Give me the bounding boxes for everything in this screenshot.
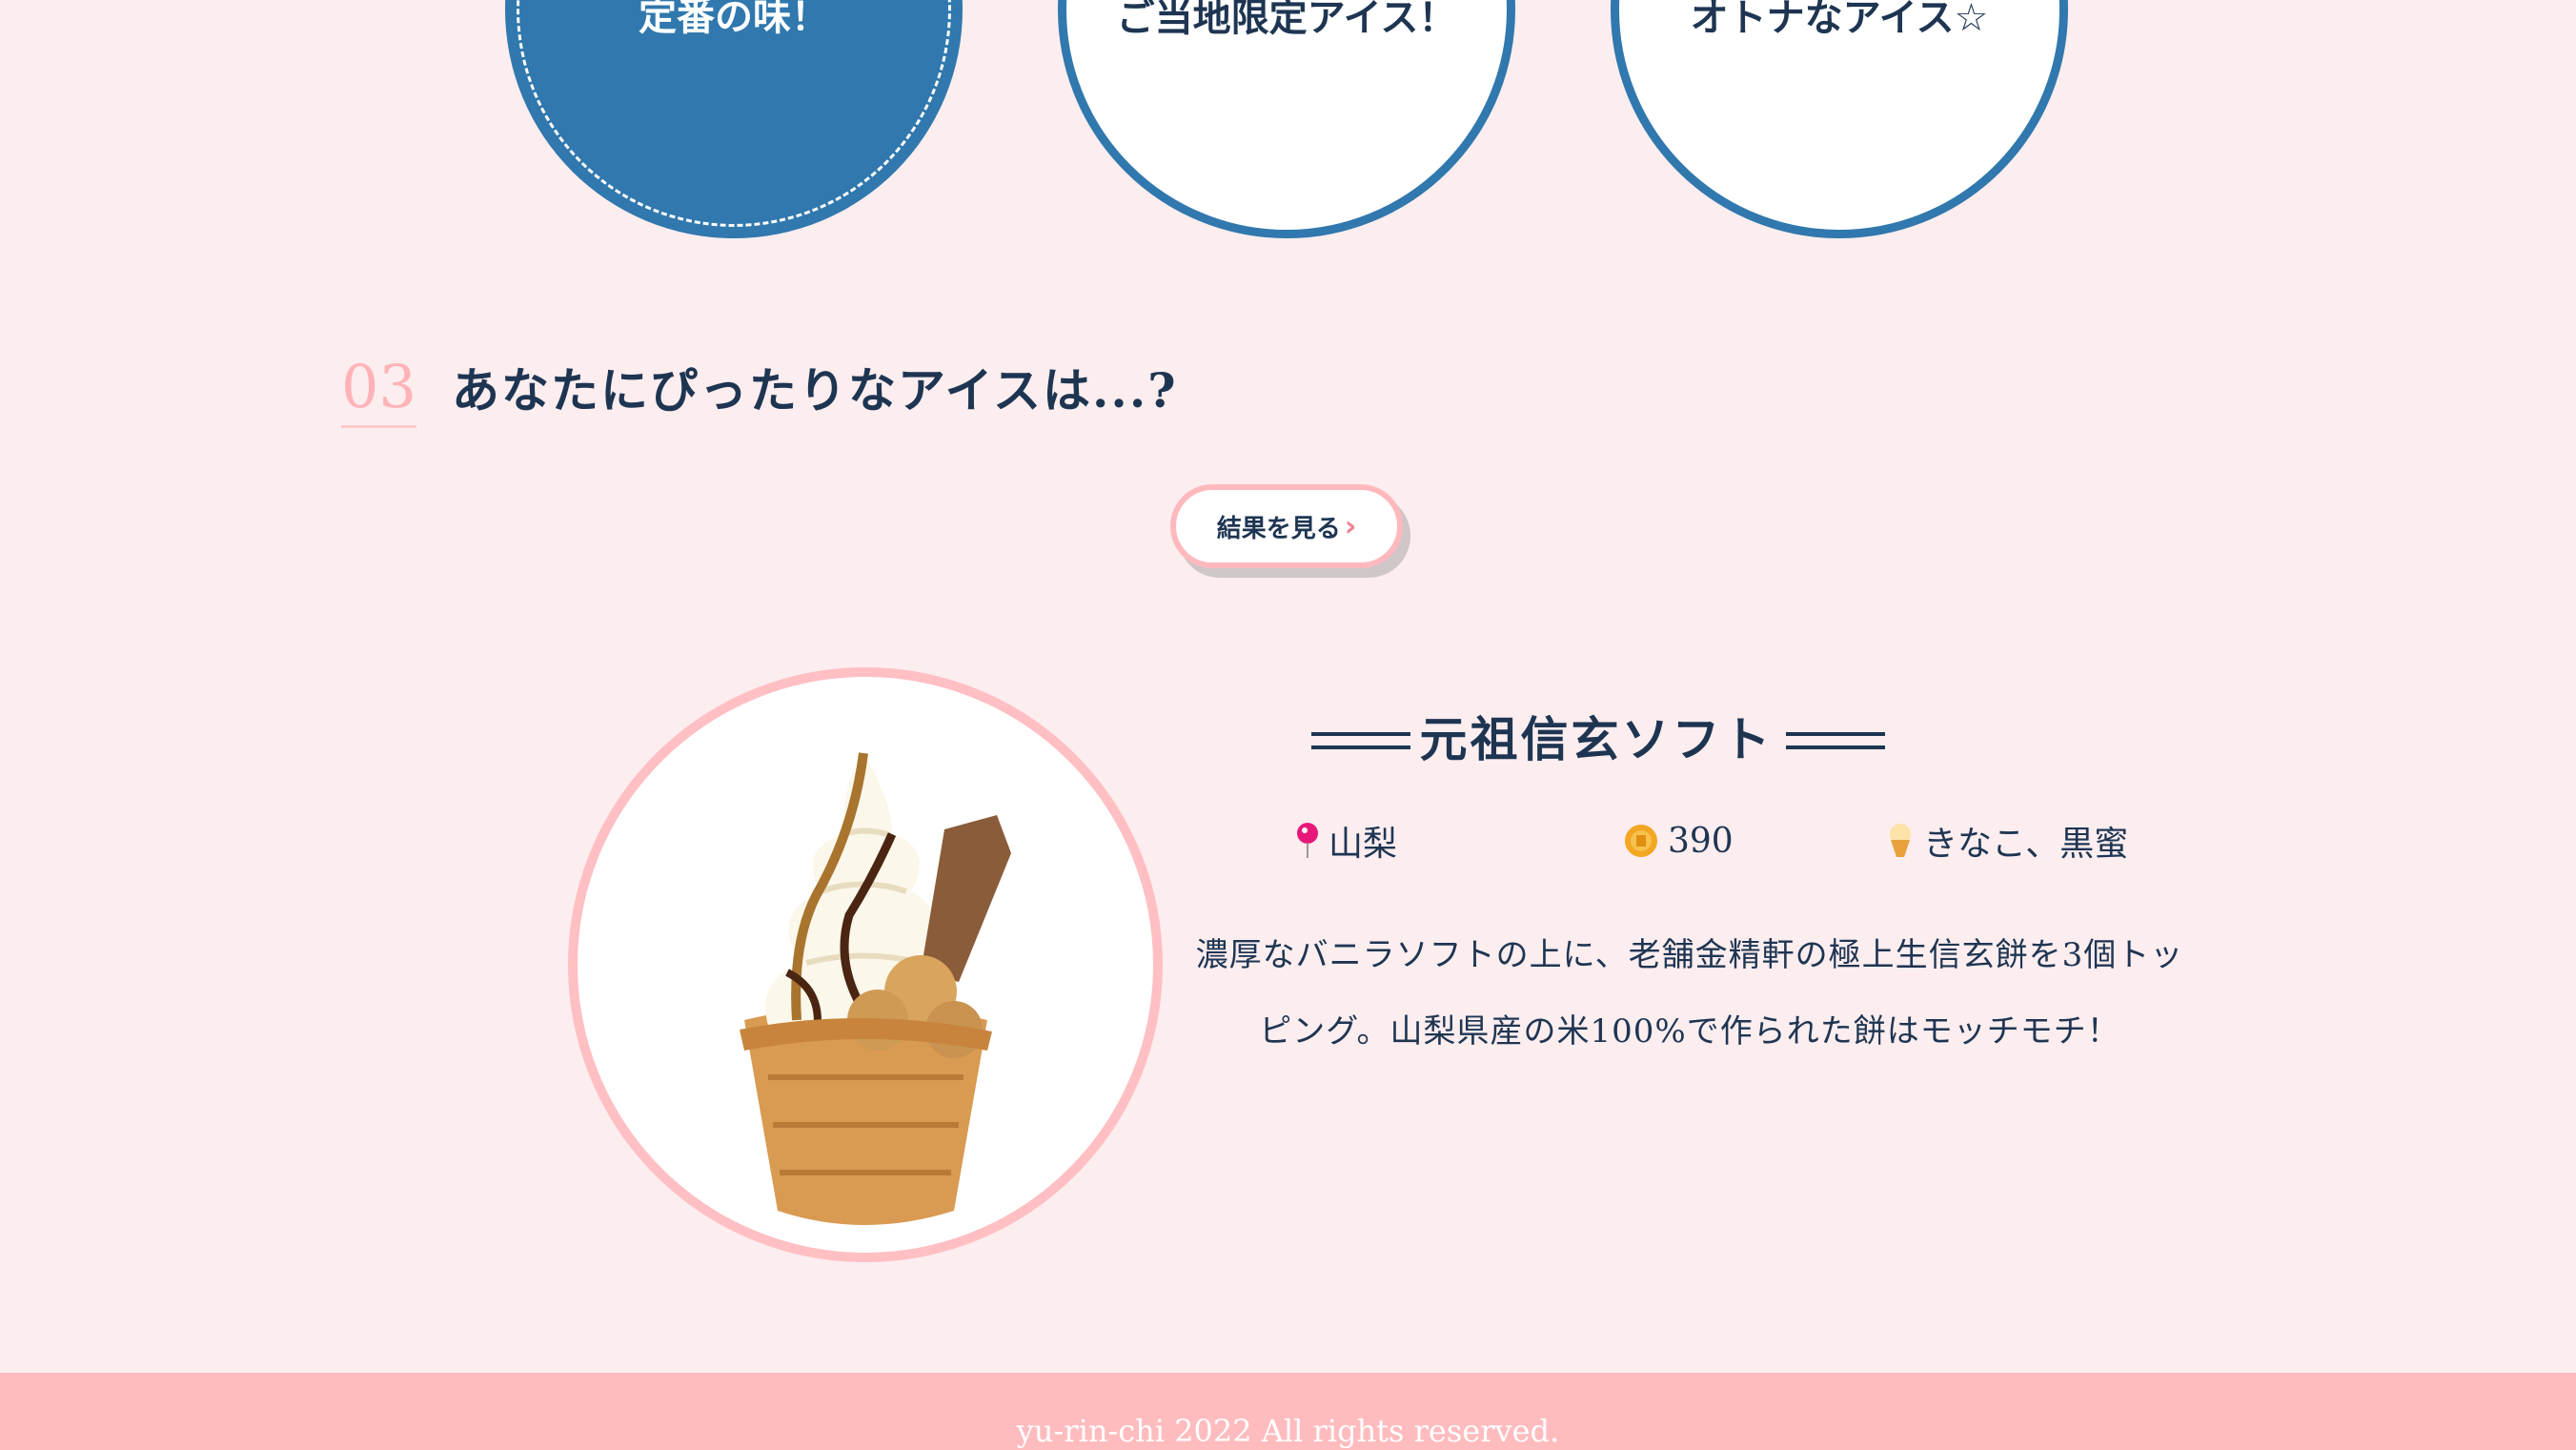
topping-label: きなこ、黒蜜 <box>1923 825 2129 864</box>
category-regional[interactable]: ご当地限定アイス！ <box>1058 0 1515 238</box>
category-adult[interactable]: オトナなアイス☆ <box>1611 0 2068 238</box>
category-label: オトナなアイス☆ <box>1690 0 1989 40</box>
category-label: ご当地限定アイス！ <box>1116 0 1457 40</box>
coin-icon <box>1625 825 1657 857</box>
category-classic[interactable]: 定番の味！ <box>505 0 963 238</box>
show-result-label: 結果を見る <box>1216 514 1341 543</box>
product-region: 山梨 <box>1296 820 1397 864</box>
product-title: 元祖信玄ソフト <box>1306 705 1887 782</box>
ice-cream-icon <box>1890 824 1911 857</box>
category-label: 定番の味！ <box>639 0 829 39</box>
title-decoration-right <box>1786 732 1885 749</box>
product-description: 濃厚なバニラソフトの上に、老舗金精軒の極上生信玄餅を3個トッピング。山梨県産の米… <box>1195 936 2184 1051</box>
product-topping: きなこ、黒蜜 <box>1887 820 2128 864</box>
soft-serve-image <box>740 752 1011 1225</box>
product-price: 390 <box>1624 820 1734 862</box>
chevron-right-icon: › <box>1344 509 1357 543</box>
footer: yu-rin-chi 2022 All rights reserved. <box>0 1373 2576 1450</box>
section-title: あなたにぴったりなアイスは...? <box>452 362 1178 419</box>
price-label: 390 <box>1668 821 1734 861</box>
show-result-button[interactable]: 結果を見る › <box>1170 484 1403 568</box>
region-label: 山梨 <box>1329 825 1398 864</box>
map-pin-icon <box>1297 823 1318 858</box>
copyright: yu-rin-chi 2022 All rights reserved. <box>1016 1413 1560 1449</box>
section-number: 03 <box>341 353 416 428</box>
product-photo <box>568 667 1163 1262</box>
